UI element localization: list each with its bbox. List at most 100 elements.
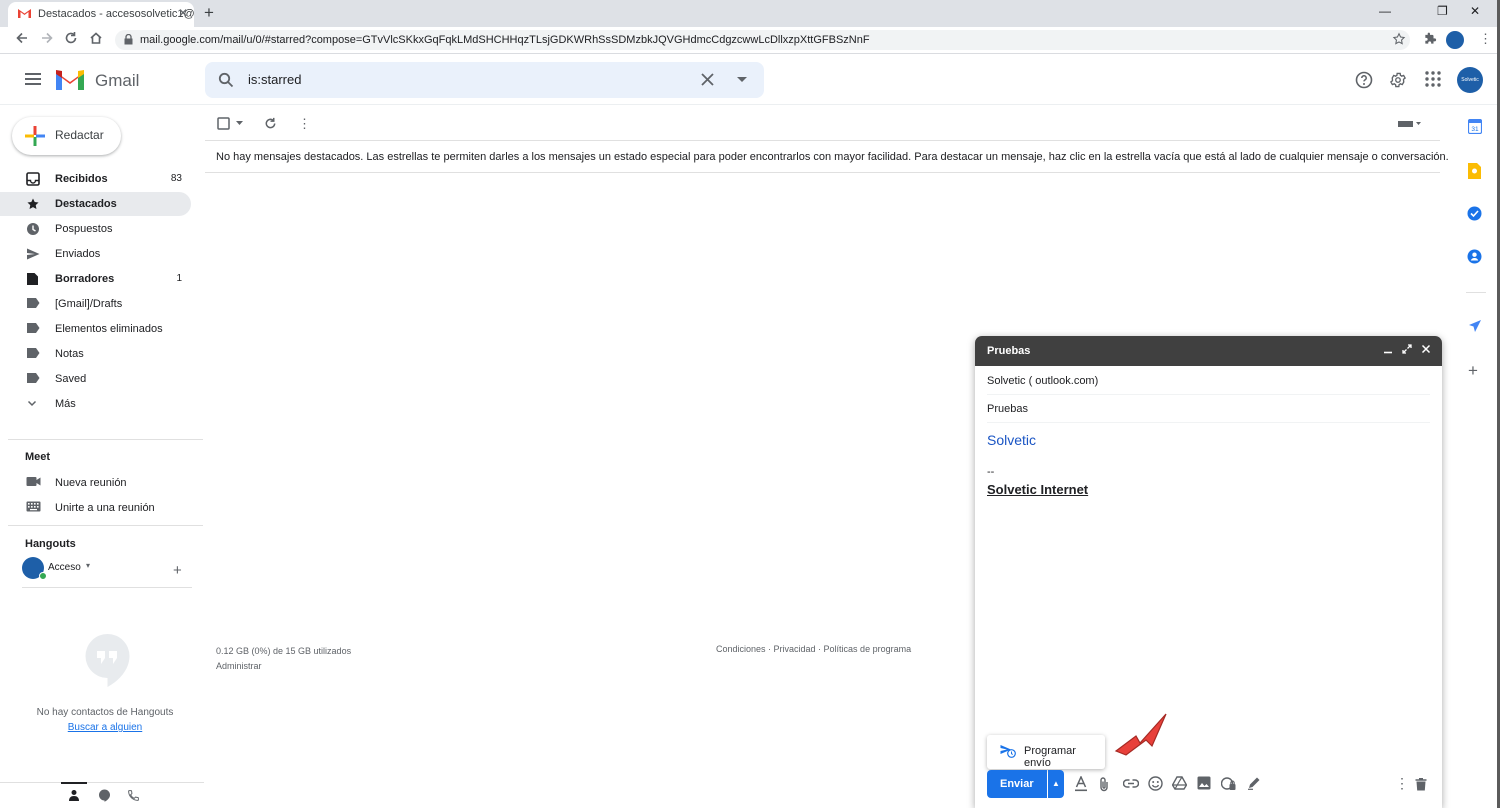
manage-storage-link[interactable]: Administrar — [216, 659, 351, 674]
sidebar-item-notes[interactable]: Notas — [0, 342, 191, 366]
keep-icon[interactable] — [1468, 163, 1481, 179]
home-icon[interactable] — [89, 31, 103, 45]
gmail-favicon-icon — [18, 8, 31, 18]
annotation-arrow-icon — [1110, 710, 1172, 756]
gmail-logo-icon[interactable] — [56, 69, 84, 90]
close-compose-icon[interactable] — [1421, 344, 1431, 354]
new-tab-icon[interactable]: + — [204, 3, 214, 23]
select-options-icon[interactable] — [236, 121, 243, 126]
help-icon[interactable] — [1355, 71, 1373, 89]
search-options-icon[interactable] — [737, 77, 747, 83]
contacts-icon[interactable] — [1467, 249, 1482, 264]
calendar-icon[interactable]: 31 — [1468, 119, 1482, 134]
attach-icon[interactable] — [1099, 776, 1109, 792]
phone-icon[interactable] — [127, 789, 140, 802]
discard-draft-icon[interactable] — [1415, 777, 1427, 791]
send-button[interactable]: Enviar — [987, 770, 1047, 798]
bookmark-star-icon[interactable] — [1392, 32, 1406, 46]
url-text: mail.google.com/mail/u/0/#starred?compos… — [140, 34, 870, 46]
signature-pen-icon[interactable] — [1247, 776, 1261, 790]
account-avatar[interactable]: Solvetic — [1457, 67, 1483, 93]
search-input[interactable]: is:starred — [248, 72, 301, 87]
tasks-icon[interactable] — [1467, 206, 1482, 221]
insert-link-icon[interactable] — [1123, 779, 1139, 788]
fullscreen-compose-icon[interactable] — [1402, 344, 1412, 354]
draft-file-icon — [26, 272, 39, 286]
footer-links[interactable]: Condiciones · Privacidad · Políticas de … — [716, 644, 911, 654]
contacts-person-icon[interactable] — [68, 789, 80, 801]
hangouts-quote-icon — [84, 633, 131, 688]
sidebar-item-sent[interactable]: Enviados — [0, 242, 191, 266]
add-contact-icon[interactable]: + — [173, 562, 182, 579]
to-field[interactable]: Solvetic ( outlook.com) — [987, 367, 1430, 395]
compose-window: Pruebas Solvetic ( outlook.com) Pruebas … — [975, 336, 1442, 808]
settings-gear-icon[interactable] — [1389, 71, 1407, 89]
unread-count: 83 — [170, 173, 182, 184]
addon-plane-icon[interactable] — [1468, 319, 1482, 333]
sidebar-item-inbox[interactable]: Recibidos 83 — [0, 167, 191, 191]
profile-avatar-icon[interactable] — [1446, 31, 1464, 49]
browser-tab[interactable]: Destacados - accesosolvetic1@g ✕ — [8, 2, 194, 27]
more-compose-options-icon[interactable]: ⋮ — [1395, 775, 1409, 792]
sidebar-item-label: Saved — [55, 373, 87, 385]
close-tab-icon[interactable]: ✕ — [178, 6, 188, 20]
emoji-icon[interactable] — [1148, 776, 1163, 791]
send-options-caret-icon[interactable]: ▲ — [1048, 770, 1064, 798]
restore-window-icon[interactable]: ❐ — [1437, 4, 1448, 18]
signature-company[interactable]: Solvetic Internet — [987, 482, 1088, 497]
sidebar-item-starred[interactable]: Destacados — [0, 192, 191, 216]
add-addon-icon[interactable]: + — [1468, 361, 1478, 381]
forward-icon[interactable] — [40, 31, 54, 45]
divider — [8, 525, 203, 526]
sidebar-item-gmail-drafts[interactable]: [Gmail]/Drafts — [0, 292, 191, 316]
sidebar-item-label: Pospuestos — [55, 223, 113, 235]
signature-name[interactable]: Solvetic — [987, 432, 1036, 448]
extensions-icon[interactable] — [1423, 32, 1437, 46]
address-bar[interactable]: mail.google.com/mail/u/0/#starred?compos… — [115, 30, 1410, 50]
insert-photo-icon[interactable] — [1197, 776, 1211, 790]
compose-button[interactable]: Redactar — [12, 117, 121, 155]
keyboard-icon — [26, 501, 41, 512]
storage-usage: 0.12 GB (0%) de 15 GB utilizados — [216, 646, 352, 656]
sidebar-item-snoozed[interactable]: Pospuestos — [0, 217, 191, 241]
refresh-icon[interactable] — [264, 117, 277, 130]
sidebar-item-label: Más — [55, 398, 76, 410]
close-window-icon[interactable]: ✕ — [1470, 4, 1480, 18]
select-all-checkbox[interactable] — [217, 117, 230, 130]
apps-grid-icon[interactable] — [1425, 71, 1441, 87]
sidebar-item-label: Recibidos — [55, 173, 108, 185]
text-format-icon[interactable] — [1074, 776, 1088, 792]
schedule-send-option[interactable]: Programar envío — [987, 735, 1105, 769]
minimize-compose-icon[interactable] — [1383, 344, 1393, 354]
compose-title-bar[interactable]: Pruebas — [975, 336, 1442, 366]
subject-field[interactable]: Pruebas — [987, 395, 1430, 423]
send-icon — [26, 247, 40, 261]
minimize-window-icon[interactable]: — — [1379, 4, 1391, 18]
sidebar-item-saved[interactable]: Saved — [0, 367, 191, 391]
reload-icon[interactable] — [64, 31, 78, 45]
search-icon[interactable] — [218, 72, 234, 88]
sidebar-item-label: Elementos eliminados — [55, 323, 163, 335]
google-drive-icon[interactable] — [1172, 776, 1187, 790]
sidebar-item-more[interactable]: Más — [0, 392, 191, 416]
sidebar-item-label: Nueva reunión — [55, 477, 127, 489]
hangouts-empty-text: No hay contactos de Hangouts — [36, 707, 174, 718]
find-someone-link[interactable]: Buscar a alguien — [0, 722, 210, 733]
input-tools-keyboard-icon[interactable] — [1398, 120, 1422, 128]
sidebar-item-drafts[interactable]: Borradores 1 — [0, 267, 191, 291]
new-meeting-item[interactable]: Nueva reunión — [0, 471, 191, 495]
back-icon[interactable] — [15, 31, 29, 45]
sidebar-item-deleted[interactable]: Elementos eliminados — [0, 317, 191, 341]
label-icon — [26, 297, 40, 309]
clear-search-icon[interactable] — [701, 73, 714, 86]
storage-info: 0.12 GB (0%) de 15 GB utilizados Adminis… — [216, 644, 351, 674]
main-menu-icon[interactable] — [24, 72, 42, 86]
chat-bubble-icon[interactable] — [98, 789, 111, 802]
hangouts-username: Acceso — [48, 562, 81, 573]
browser-menu-icon[interactable]: ⋮ — [1479, 31, 1492, 47]
more-options-icon[interactable]: ⋮ — [298, 116, 311, 132]
join-meeting-item[interactable]: Unirte a una reunión — [0, 496, 191, 520]
sidebar-item-label: Destacados — [55, 198, 117, 210]
confidential-mode-icon[interactable] — [1221, 776, 1236, 791]
online-status-dot — [39, 572, 47, 580]
